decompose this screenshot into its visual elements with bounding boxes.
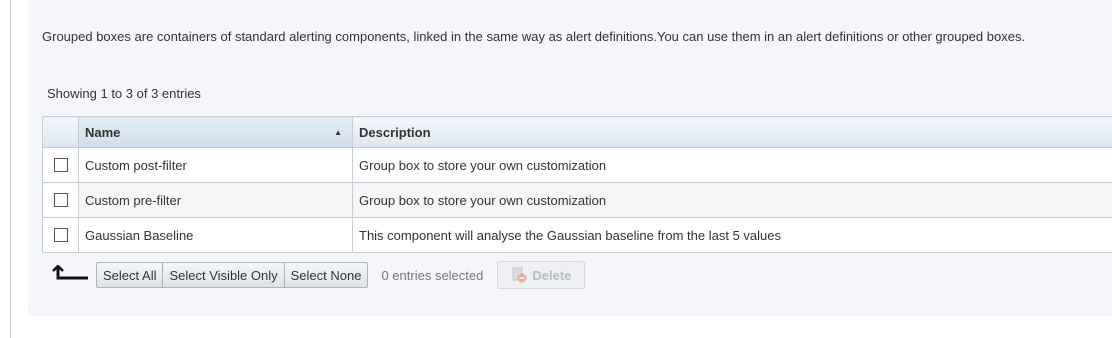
row-checkbox[interactable] (53, 193, 68, 207)
description-cell: This component will analyse the Gaussian… (352, 217, 1112, 253)
row-checkbox[interactable] (53, 228, 68, 242)
select-visible-only-button[interactable]: Select Visible Only (162, 263, 284, 287)
column-header-name[interactable]: Name ▲ (78, 116, 353, 148)
row-description: Group box to store your own customizatio… (359, 157, 607, 173)
delete-button-label: Delete (532, 267, 572, 283)
grouped-boxes-table: Name ▲ Description Custom post-filter Gr… (42, 116, 1112, 253)
row-select-cell (42, 147, 79, 183)
selection-button-group: Select All Select Visible Only Select No… (96, 262, 369, 288)
row-name: Gaussian Baseline (85, 227, 194, 243)
entries-info: Showing 1 to 3 of 3 entries (47, 86, 201, 101)
table-row[interactable]: Custom pre-filter Group box to store you… (42, 182, 1112, 218)
intro-description: Grouped boxes are containers of standard… (42, 29, 1026, 44)
table-row[interactable]: Custom post-filter Group box to store yo… (42, 147, 1112, 183)
column-header-description[interactable]: Description (352, 116, 1112, 148)
delete-icon (512, 267, 527, 283)
name-cell: Gaussian Baseline (78, 217, 353, 253)
row-description: Group box to store your own customizatio… (359, 192, 607, 208)
delete-button[interactable]: Delete (497, 261, 586, 289)
table-row[interactable]: Gaussian Baseline This component will an… (42, 217, 1112, 253)
sort-ascending-icon: ▲ (334, 127, 342, 137)
name-cell: Custom pre-filter (78, 182, 353, 218)
row-select-cell (42, 217, 79, 253)
select-none-button[interactable]: Select None (283, 263, 368, 287)
select-column-header (42, 116, 79, 148)
selection-arrow-icon (52, 265, 88, 280)
column-header-name-label: Name (85, 124, 121, 140)
name-cell: Custom post-filter (78, 147, 353, 183)
row-name: Custom pre-filter (85, 192, 182, 208)
row-name: Custom post-filter (85, 157, 187, 173)
row-description: This component will analyse the Gaussian… (359, 227, 781, 243)
left-border-rule (10, 0, 11, 338)
description-cell: Group box to store your own customizatio… (352, 147, 1112, 183)
row-checkbox[interactable] (53, 158, 68, 172)
row-select-cell (42, 182, 79, 218)
column-header-description-label: Description (359, 124, 431, 140)
description-cell: Group box to store your own customizatio… (352, 182, 1112, 218)
select-all-button[interactable]: Select All (97, 263, 163, 287)
selected-count-text: 0 entries selected (381, 267, 484, 283)
table-header-row: Name ▲ Description (42, 116, 1112, 148)
table-footer-actions: Select All Select Visible Only Select No… (52, 261, 586, 289)
